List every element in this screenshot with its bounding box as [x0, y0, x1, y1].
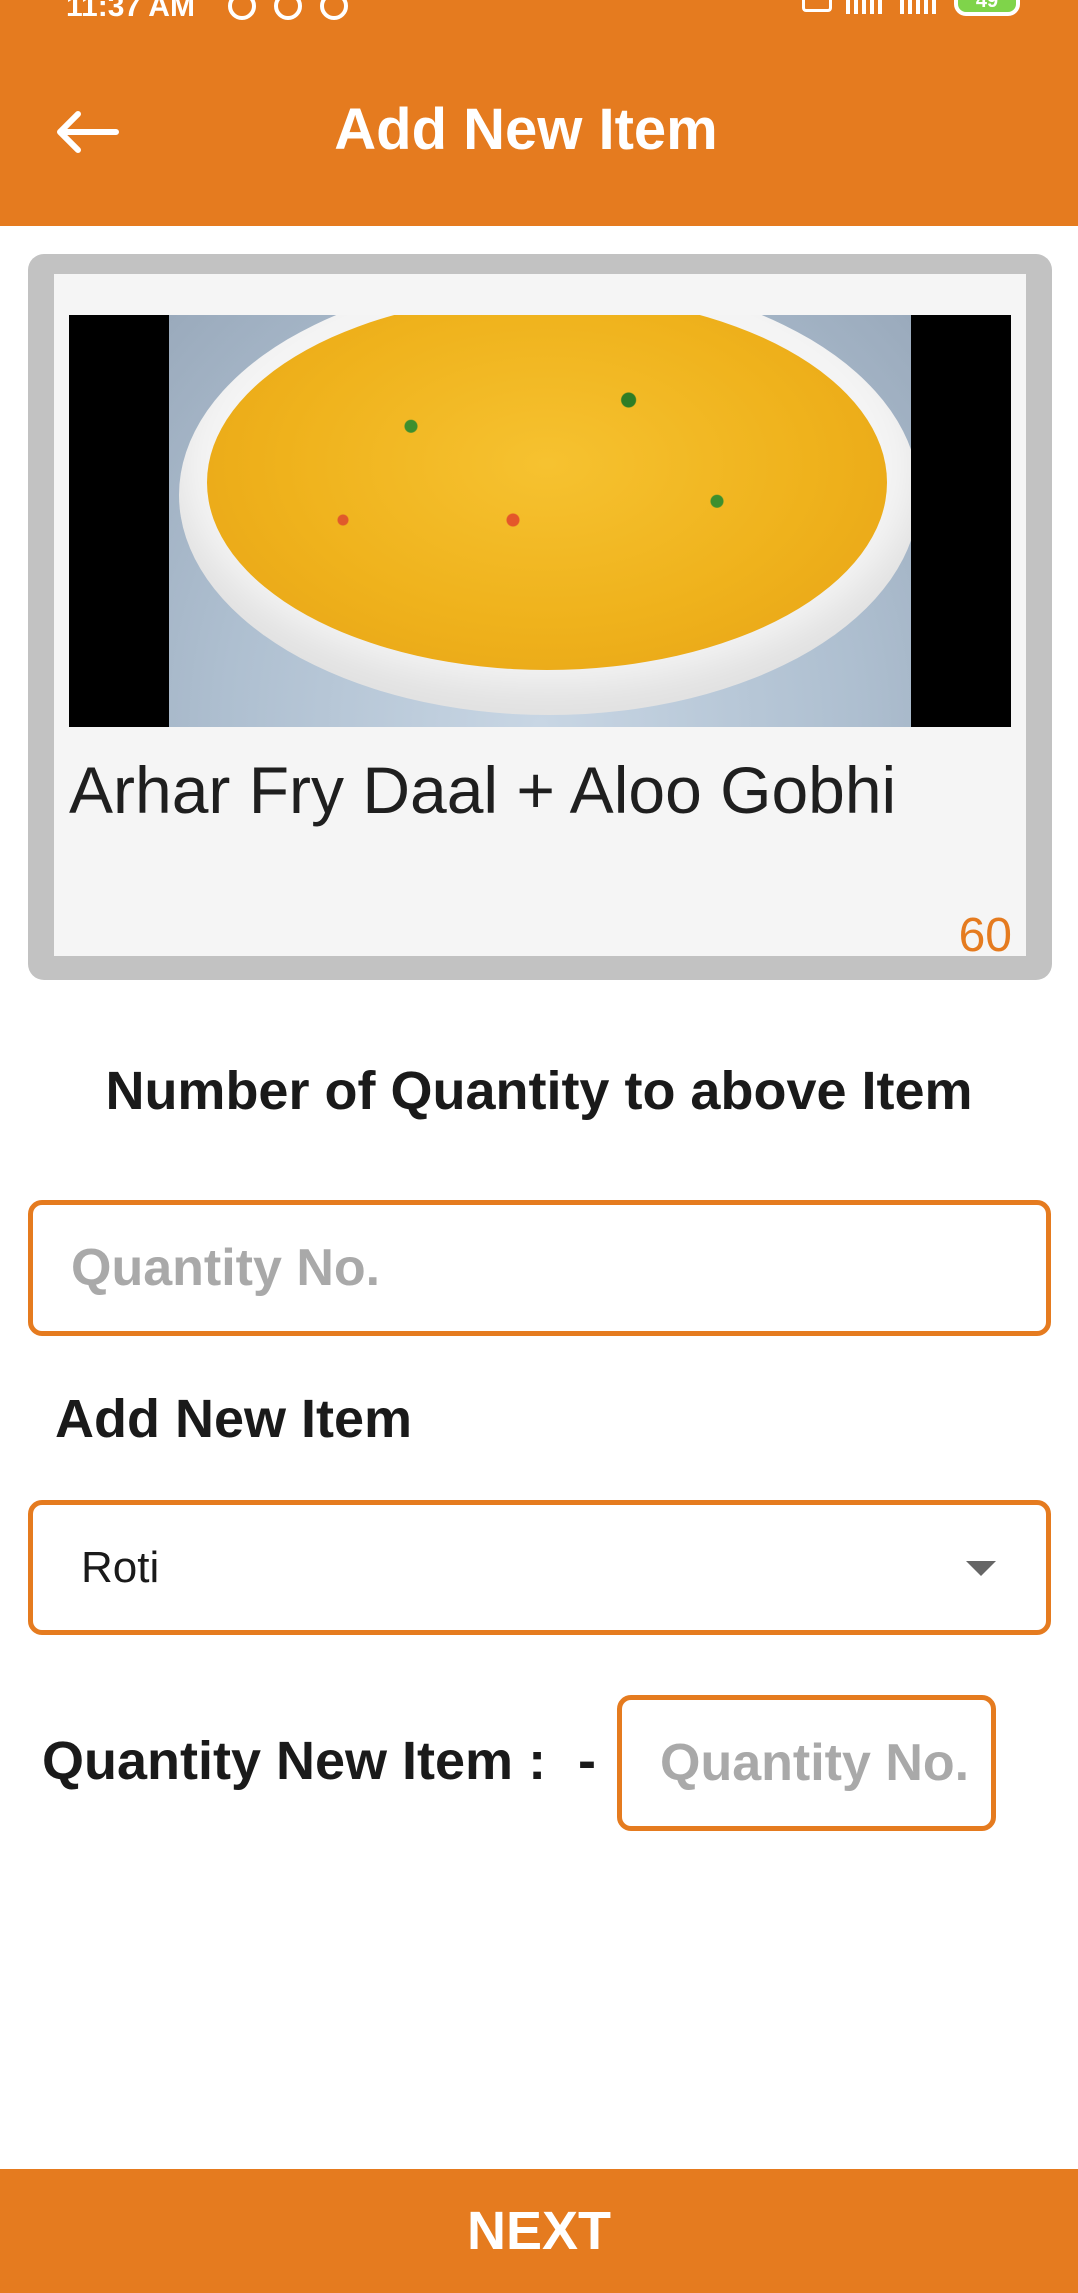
notification-icons	[228, 0, 348, 20]
add-item-label: Add New Item	[55, 1389, 413, 1449]
shield-icon	[274, 0, 302, 20]
page-title: Add New Item	[334, 97, 718, 162]
item-select[interactable]: Roti	[28, 1500, 1051, 1635]
new-item-quantity-input[interactable]	[617, 1695, 996, 1831]
next-button[interactable]: NEXT	[0, 2169, 1078, 2293]
quantity-heading: Number of Quantity to above Item	[105, 1061, 973, 1121]
item-card: Arhar Fry Daal + Aloo Gobhi 60	[28, 254, 1052, 980]
new-item-quantity-separator: -	[578, 1731, 596, 1791]
battery-level: 49	[975, 0, 999, 12]
item-select-value: Roti	[81, 1542, 160, 1592]
item-name: Arhar Fry Daal + Aloo Gobhi	[69, 753, 897, 827]
status-time: 11:37 AM	[66, 0, 195, 22]
alarm-icon	[228, 0, 256, 20]
item-card-body: Arhar Fry Daal + Aloo Gobhi 60	[54, 274, 1026, 962]
triangle-down-icon	[966, 1561, 996, 1576]
app-bar: 11:37 AM 49 Add New Item	[0, 0, 1078, 226]
lte-icon	[802, 0, 832, 12]
item-price: 60	[958, 909, 1012, 962]
food-image	[69, 315, 1011, 727]
status-indicators: 49	[802, 0, 1020, 16]
status-bar: 11:37 AM 49	[0, 0, 1078, 22]
new-item-quantity-label: Quantity New Item :	[42, 1731, 547, 1791]
mail-icon	[320, 0, 348, 20]
food-photo	[169, 315, 911, 727]
battery-icon: 49	[954, 0, 1020, 16]
quantity-input[interactable]	[28, 1200, 1051, 1336]
signal-icon	[846, 0, 886, 14]
signal-icon-2	[900, 0, 940, 14]
